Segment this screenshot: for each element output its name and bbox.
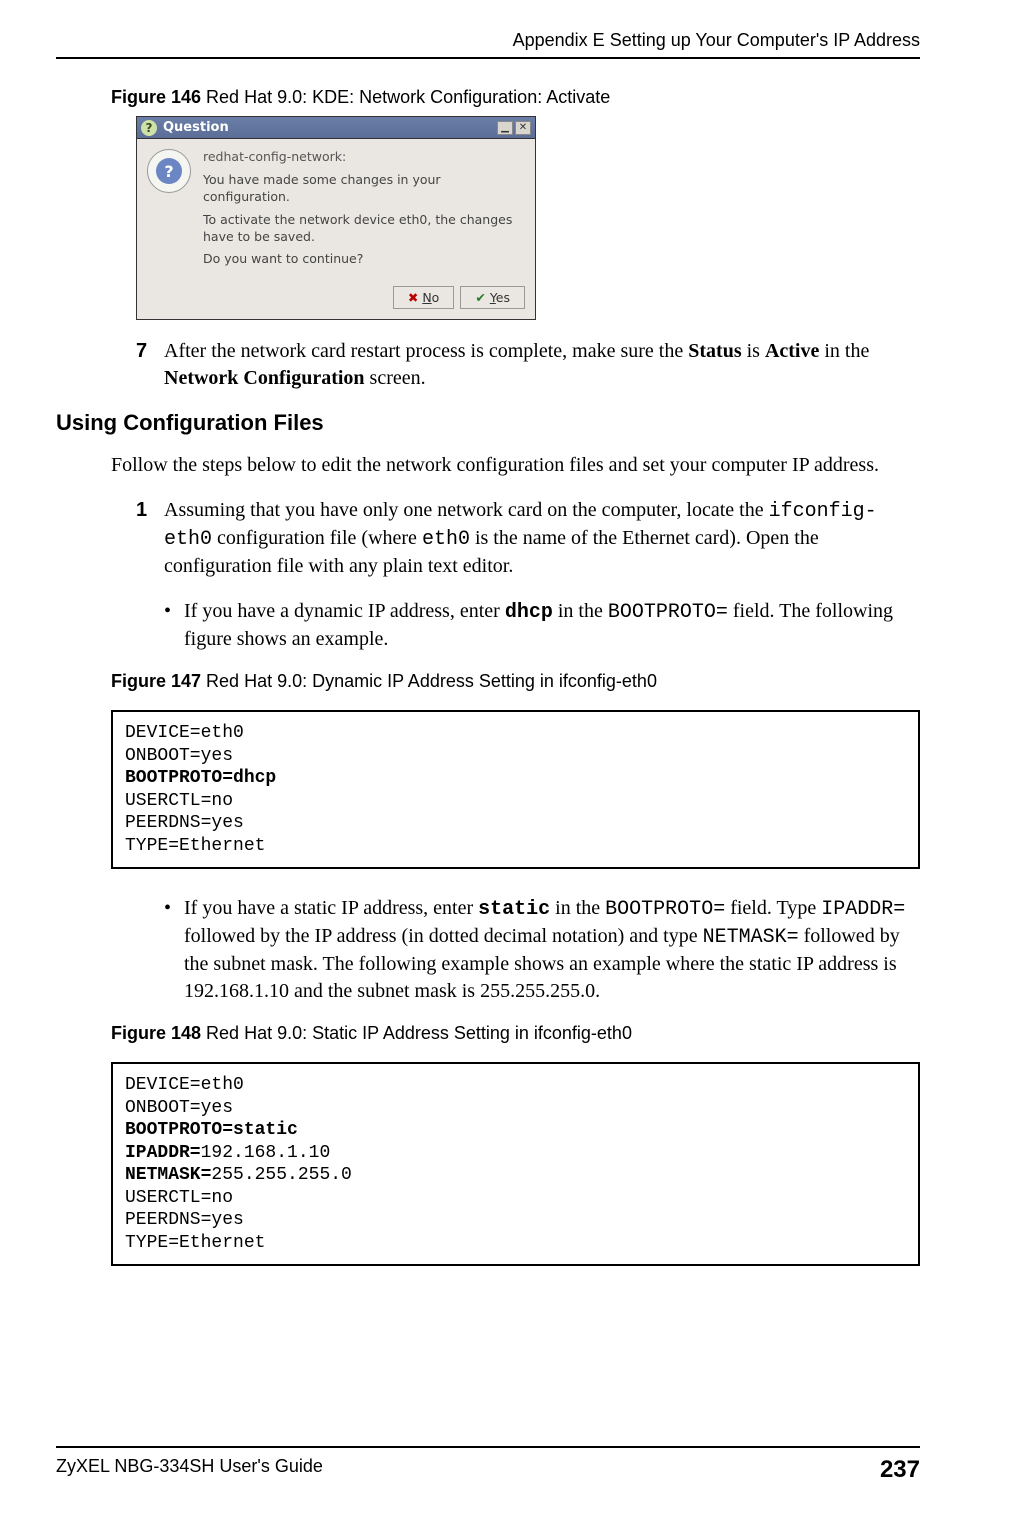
dialog-line1: You have made some changes in your confi… [203,172,523,206]
yes-button[interactable]: ✔ Yes [460,286,525,309]
dialog-title: Question [163,120,495,135]
no-rest: o [432,290,440,305]
dialog-button-row: ✖ No ✔ Yes [137,280,535,319]
step-7: 7 After the network card restart process… [136,338,920,392]
figure-146-caption: Figure 146 Red Hat 9.0: KDE: Network Con… [111,87,920,108]
step-1: 1 Assuming that you have only one networ… [136,497,920,580]
no-icon: ✖ [408,290,418,305]
minimize-icon[interactable]: ▁ [497,121,513,135]
figure-146-image: ? Question ▁ ✕ ? redhat-config-network: … [136,116,920,320]
step-7-text: After the network card restart process i… [164,338,920,392]
figure-148-number: Figure 148 [111,1023,201,1043]
figure-146-number: Figure 146 [111,87,201,107]
yes-icon: ✔ [475,290,485,305]
footer-guide-name: ZyXEL NBG-334SH User's Guide [56,1456,323,1484]
question-dialog: ? Question ▁ ✕ ? redhat-config-network: … [136,116,536,320]
no-button[interactable]: ✖ No [393,286,455,309]
page-header: Appendix E Setting up Your Computer's IP… [56,30,920,59]
intro-paragraph: Follow the steps below to edit the netwo… [111,452,920,479]
dialog-text: redhat-config-network: You have made som… [203,149,523,274]
step-7-number: 7 [136,338,164,392]
figure-148-caption: Figure 148 Red Hat 9.0: Static IP Addres… [111,1023,920,1044]
bullet-static: • If you have a static IP address, enter… [164,895,920,1005]
close-icon[interactable]: ✕ [515,121,531,135]
figure-147-text: Red Hat 9.0: Dynamic IP Address Setting … [201,671,657,691]
dialog-titlebar: ? Question ▁ ✕ [137,117,535,139]
bullet-dot: • [164,598,184,653]
figure-148-text: Red Hat 9.0: Static IP Address Setting i… [201,1023,632,1043]
bullet-static-text: If you have a static IP address, enter s… [184,895,920,1005]
dialog-body: ? redhat-config-network: You have made s… [137,139,535,280]
bullet-dhcp-text: If you have a dynamic IP address, enter … [184,598,920,653]
dialog-line3: Do you want to continue? [203,251,523,268]
step-1-number: 1 [136,497,164,580]
code-box-147: DEVICE=eth0 ONBOOT=yes BOOTPROTO=dhcp US… [111,710,920,869]
yes-rest: es [496,290,510,305]
step-1-text: Assuming that you have only one network … [164,497,920,580]
no-letter: N [422,290,431,305]
figure-147-number: Figure 147 [111,671,201,691]
code-box-148: DEVICE=eth0 ONBOOT=yes BOOTPROTO=static … [111,1062,920,1266]
dialog-question-icon: ? [147,149,191,193]
section-heading-using-config-files: Using Configuration Files [56,410,920,436]
figure-146-text: Red Hat 9.0: KDE: Network Configuration:… [201,87,610,107]
page-footer: ZyXEL NBG-334SH User's Guide 237 [56,1446,920,1484]
footer-page-number: 237 [880,1456,920,1484]
bullet-dhcp: • If you have a dynamic IP address, ente… [164,598,920,653]
header-title: Appendix E Setting up Your Computer's IP… [56,30,920,51]
dialog-line2: To activate the network device eth0, the… [203,212,523,246]
bullet-dot: • [164,895,184,1005]
dialog-app-name: redhat-config-network: [203,149,523,166]
figure-147-caption: Figure 147 Red Hat 9.0: Dynamic IP Addre… [111,671,920,692]
question-icon: ? [141,120,157,136]
